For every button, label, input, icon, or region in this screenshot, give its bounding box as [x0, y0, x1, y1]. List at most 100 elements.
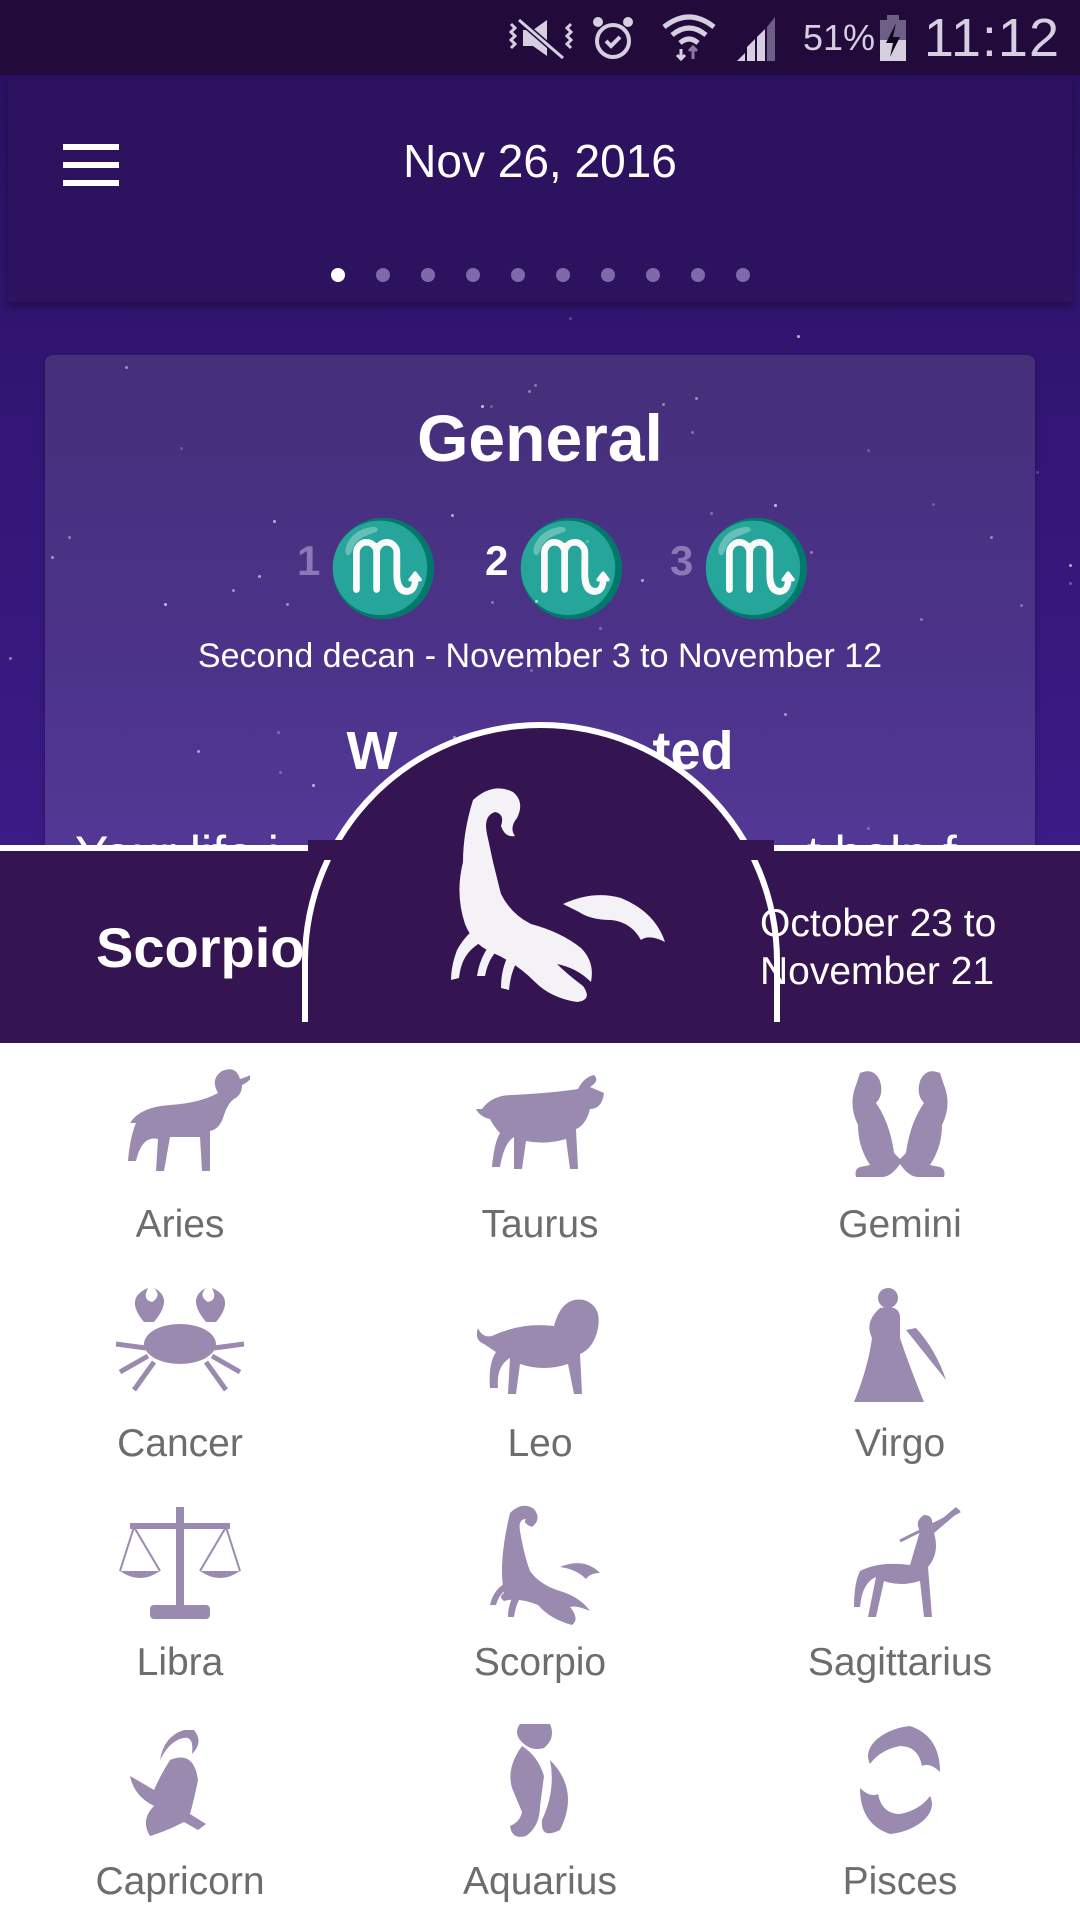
decan-range: Second decan - November 3 to November 12 [197, 637, 883, 675]
sign-label: Taurus [481, 1203, 599, 1246]
battery-charging-icon [878, 0, 908, 75]
wifi-icon [662, 0, 716, 75]
scorpio-glyph-icon: ♏ [699, 515, 814, 622]
star [695, 397, 698, 400]
page-dot-3[interactable] [420, 268, 435, 282]
star [491, 601, 494, 604]
star [279, 771, 282, 774]
app-bar: Nov 26, 2016 [8, 80, 1072, 302]
star [232, 589, 235, 592]
decan-number: 3 [670, 537, 694, 584]
decan-3[interactable]: 3 ♏ [670, 505, 814, 615]
star [9, 657, 12, 660]
sign-label: Aries [135, 1203, 225, 1246]
star [774, 504, 777, 507]
page-dot-7[interactable] [600, 268, 615, 282]
star [164, 603, 167, 606]
sign-sagittarius[interactable]: Sagittarius [720, 1481, 1080, 1700]
decan-1[interactable]: 1 ♏ [297, 505, 441, 615]
star [1020, 604, 1023, 607]
scorpion-icon [490, 1505, 600, 1625]
page-indicator [8, 268, 1072, 282]
page-dot-8[interactable] [645, 268, 660, 282]
star [1036, 471, 1039, 474]
sign-leo[interactable]: Leo [360, 1262, 720, 1481]
sign-libra[interactable]: Libra [0, 1481, 360, 1700]
page-dot-5[interactable] [510, 268, 525, 282]
sign-virgo[interactable]: Virgo [720, 1262, 1080, 1481]
star [599, 627, 602, 630]
sign-scorpio[interactable]: Scorpio [360, 1481, 720, 1700]
sign-label: Virgo [854, 1422, 946, 1465]
ram-icon [128, 1069, 250, 1171]
sign-label: Pisces [842, 1860, 958, 1903]
page-dot-9[interactable] [690, 268, 705, 282]
scales-icon [119, 1507, 241, 1619]
page-dot-1[interactable] [330, 268, 345, 282]
decan-2[interactable]: 2 ♏ [485, 505, 629, 615]
star [481, 405, 484, 408]
star [691, 431, 694, 434]
sign-pisces[interactable]: Pisces [720, 1700, 1080, 1919]
star [68, 536, 71, 539]
zodiac-grid: Aries Taurus Gemini Cancer Leo Virgo Libra Scor… [0, 1043, 1080, 1920]
star [920, 618, 923, 621]
sign-label: Aquarius [463, 1860, 617, 1903]
decan-number: 1 [297, 537, 321, 584]
archer-icon [854, 1507, 961, 1617]
star [534, 384, 537, 387]
star [451, 514, 454, 517]
star [797, 335, 800, 338]
sign-label: Capricorn [95, 1860, 265, 1903]
sign-taurus[interactable]: Taurus [360, 1043, 720, 1262]
mute-vibrate-icon [505, 0, 577, 75]
card-title: General [417, 401, 663, 475]
sign-label: Scorpio [473, 1641, 607, 1684]
sign-label: Gemini [838, 1203, 962, 1246]
star [867, 827, 870, 830]
sign-gemini[interactable]: Gemini [720, 1043, 1080, 1262]
sign-dates-line-1: October 23 to [760, 902, 997, 945]
star [641, 579, 644, 582]
page-dot-6[interactable] [555, 268, 570, 282]
current-sign-name: Scorpio [96, 916, 305, 979]
star [286, 603, 289, 606]
star [710, 512, 713, 515]
star [180, 447, 183, 450]
star [490, 405, 493, 408]
star [810, 551, 813, 554]
crab-icon [115, 1288, 245, 1392]
star [586, 540, 589, 543]
sign-aries[interactable]: Aries [0, 1043, 360, 1262]
star [867, 449, 870, 452]
sign-capricorn[interactable]: Capricorn [0, 1700, 360, 1919]
page-dot-4[interactable] [465, 268, 480, 282]
scorpio-glyph-icon: ♏ [514, 515, 629, 622]
page-dot-10[interactable] [735, 268, 750, 282]
decan-number: 2 [485, 537, 509, 584]
star [1069, 582, 1072, 585]
sign-label: Cancer [117, 1422, 243, 1465]
star [509, 425, 512, 428]
sign-label: Libra [136, 1641, 224, 1684]
lion-icon [476, 1299, 599, 1394]
star [569, 317, 572, 320]
star [1069, 564, 1072, 567]
maiden-icon [854, 1288, 946, 1402]
star [51, 556, 54, 559]
sign-label: Sagittarius [807, 1641, 993, 1684]
water-bearer-icon [510, 1724, 568, 1837]
twins-icon [852, 1071, 948, 1177]
star [990, 536, 993, 539]
scorpion-icon [451, 788, 665, 1002]
signal-icon [735, 0, 785, 75]
battery-percent: 51% [803, 16, 876, 58]
sign-aquarius[interactable]: Aquarius [360, 1700, 720, 1919]
sign-cancer[interactable]: Cancer [0, 1262, 360, 1481]
page-dot-2[interactable] [375, 268, 390, 282]
star [662, 403, 665, 406]
star [312, 784, 315, 787]
bull-icon [476, 1075, 604, 1169]
current-sign-dates: October 23 to November 21 [760, 900, 996, 996]
clock: 11:12 [923, 7, 1060, 68]
